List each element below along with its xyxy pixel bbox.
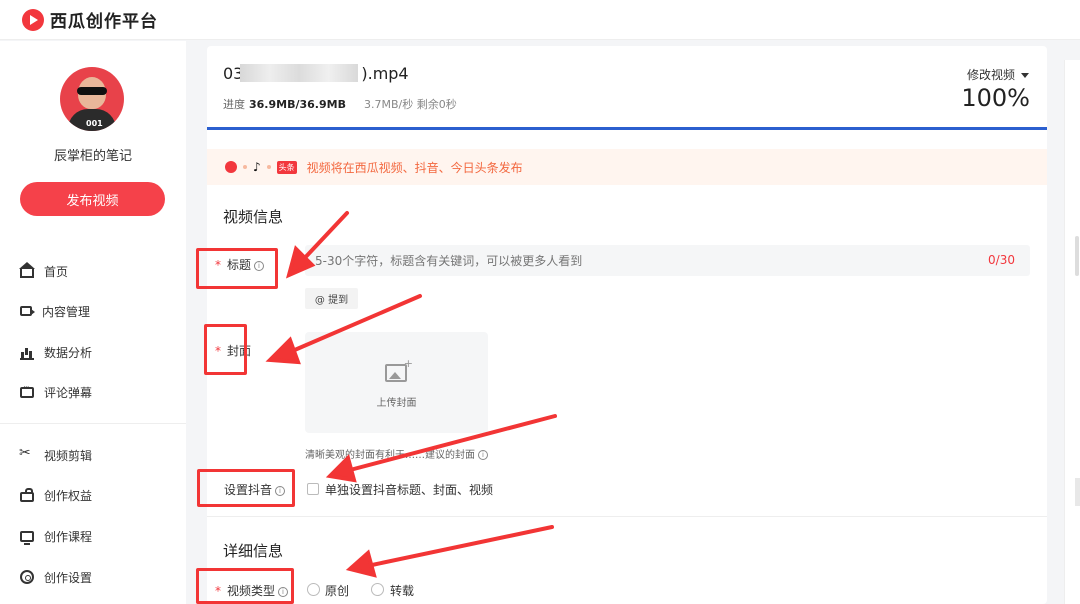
douyin-separate-checkbox[interactable] bbox=[307, 483, 319, 495]
avatar[interactable]: 001 bbox=[60, 67, 124, 131]
comment-icon bbox=[20, 383, 34, 398]
sidebar-item-label: 内容管理 bbox=[42, 304, 91, 319]
sidebar-item-comments[interactable]: 评论弹幕 bbox=[20, 380, 92, 404]
xigua-logo-icon[interactable] bbox=[22, 8, 44, 31]
sidebar-item-label: 创作权益 bbox=[44, 488, 93, 503]
douyin-checkbox-label[interactable]: 单独设置抖音标题、封面、视频 bbox=[325, 481, 493, 498]
publish-notice: ♪ 头条 视频将在西瓜视频、抖音、今日头条发布 bbox=[207, 149, 1047, 185]
publish-video-button[interactable]: 发布视频 bbox=[20, 182, 165, 216]
douyin-label-text: 设置抖音 bbox=[224, 483, 273, 497]
title-field-label: * 标题 i bbox=[215, 256, 265, 273]
cover-hint-text: 清晰美观的封面有利于……建议的封面 bbox=[305, 450, 475, 461]
upload-percent: 100% bbox=[961, 84, 1030, 112]
avatar-glasses bbox=[77, 87, 107, 95]
scissors-icon bbox=[19, 445, 34, 462]
sidebar-item-home[interactable]: 首页 bbox=[19, 259, 69, 283]
douyin-icon: ♪ bbox=[253, 160, 261, 174]
upload-cover-box[interactable]: 上传封面 bbox=[305, 332, 488, 433]
sidebar-item-settings[interactable]: 创作设置 bbox=[20, 565, 92, 589]
sidebar-item-label: 数据分析 bbox=[44, 345, 93, 360]
radio-repost[interactable] bbox=[371, 583, 384, 596]
required-mark: * bbox=[215, 344, 221, 358]
modify-video-label: 修改视频 bbox=[966, 68, 1015, 82]
sidebar: 001 辰掌柜的笔记 发布视频 首页 内容管理 数据分析 评论弹幕 视频剪辑 创… bbox=[0, 41, 186, 604]
sidebar-item-content[interactable]: 内容管理 bbox=[20, 299, 90, 323]
cover-hint: 清晰美观的封面有利于……建议的封面 i bbox=[305, 446, 488, 461]
upload-cover-label: 上传封面 bbox=[376, 398, 417, 409]
sidebar-item-video-edit[interactable]: 视频剪辑 bbox=[19, 443, 93, 467]
avatar-shirt-text: 001 bbox=[86, 119, 103, 128]
sidebar-item-benefits[interactable]: 创作权益 bbox=[20, 483, 92, 507]
douyin-field-label: 设置抖音 i bbox=[224, 481, 286, 498]
sidebar-item-label: 视频剪辑 bbox=[44, 448, 93, 463]
notice-text: 视频将在西瓜视频、抖音、今日头条发布 bbox=[306, 160, 523, 175]
settings-icon bbox=[20, 570, 34, 584]
panel-tab[interactable] bbox=[1075, 478, 1080, 506]
required-mark: * bbox=[215, 258, 221, 272]
upload-form: 03).mp4 进度 36.9MB/36.9MB 3.7MB/秒 剩余0秒 修改视频… bbox=[207, 46, 1047, 604]
logo-text[interactable]: 西瓜创作平台 bbox=[50, 7, 158, 32]
video-type-label: * 视频类型 i bbox=[215, 582, 289, 599]
details-title: 详细信息 bbox=[223, 542, 284, 560]
title-char-counter: 0/30 bbox=[988, 253, 1015, 267]
radio-original[interactable] bbox=[307, 583, 320, 596]
sidebar-item-courses[interactable]: 创作课程 bbox=[20, 524, 92, 548]
separator-dot-icon bbox=[266, 165, 271, 169]
upload-speed: 3.7MB/秒 bbox=[363, 98, 414, 111]
radio-original-label[interactable]: 原创 bbox=[325, 582, 349, 599]
sidebar-item-label: 首页 bbox=[44, 264, 69, 279]
home-icon bbox=[19, 262, 35, 278]
modify-video-dropdown[interactable]: 修改视频 bbox=[967, 66, 1029, 83]
add-image-icon bbox=[385, 357, 413, 382]
content-icon bbox=[20, 306, 35, 316]
username: 辰掌柜的笔记 bbox=[53, 149, 132, 164]
required-mark: * bbox=[215, 584, 221, 598]
video-type-label-text: 视频类型 bbox=[227, 584, 276, 598]
data-analysis-icon bbox=[20, 345, 34, 360]
upload-progress-fill bbox=[207, 127, 1047, 130]
xigua-platform-icon bbox=[225, 161, 237, 173]
sidebar-item-label: 评论弹幕 bbox=[44, 385, 93, 400]
radio-repost-label[interactable]: 转载 bbox=[390, 582, 414, 599]
upload-progress-bar bbox=[207, 127, 1047, 130]
sidebar-item-label: 创作设置 bbox=[44, 570, 93, 585]
gift-icon bbox=[20, 488, 34, 502]
progress-value: 36.9MB/36.9MB bbox=[249, 98, 346, 111]
info-icon[interactable]: i bbox=[478, 450, 488, 460]
info-icon[interactable]: i bbox=[275, 485, 286, 496]
video-info-title: 视频信息 bbox=[223, 208, 284, 226]
caret-down-icon bbox=[1021, 73, 1029, 78]
section-divider bbox=[207, 516, 1047, 517]
right-panel-edge bbox=[1064, 60, 1080, 604]
cover-field-label: * 封面 bbox=[215, 342, 251, 359]
time-remaining: 剩余0秒 bbox=[416, 98, 457, 111]
mention-button[interactable]: @ 提到 bbox=[305, 288, 358, 309]
title-input[interactable] bbox=[305, 245, 1030, 276]
progress-label: 进度 bbox=[223, 98, 245, 111]
title-label-text: 标题 bbox=[227, 258, 252, 272]
toutiao-tag: 头条 bbox=[276, 160, 297, 174]
cover-label-text: 封面 bbox=[227, 344, 252, 358]
separator-dot-icon bbox=[243, 165, 247, 169]
sidebar-item-label: 创作课程 bbox=[44, 529, 93, 544]
info-icon[interactable]: i bbox=[254, 260, 265, 271]
sidebar-item-data[interactable]: 数据分析 bbox=[20, 340, 92, 364]
blurred-file-name bbox=[240, 64, 358, 82]
nav-divider bbox=[0, 423, 186, 424]
top-bar: 西瓜创作平台 bbox=[0, 0, 1080, 40]
file-name-suffix: ).mp4 bbox=[361, 64, 409, 83]
upload-progress-info: 进度 36.9MB/36.9MB 3.7MB/秒 剩余0秒 bbox=[223, 96, 457, 112]
scroll-handle[interactable] bbox=[1075, 236, 1079, 276]
course-icon bbox=[20, 530, 34, 545]
info-icon[interactable]: i bbox=[278, 586, 289, 597]
